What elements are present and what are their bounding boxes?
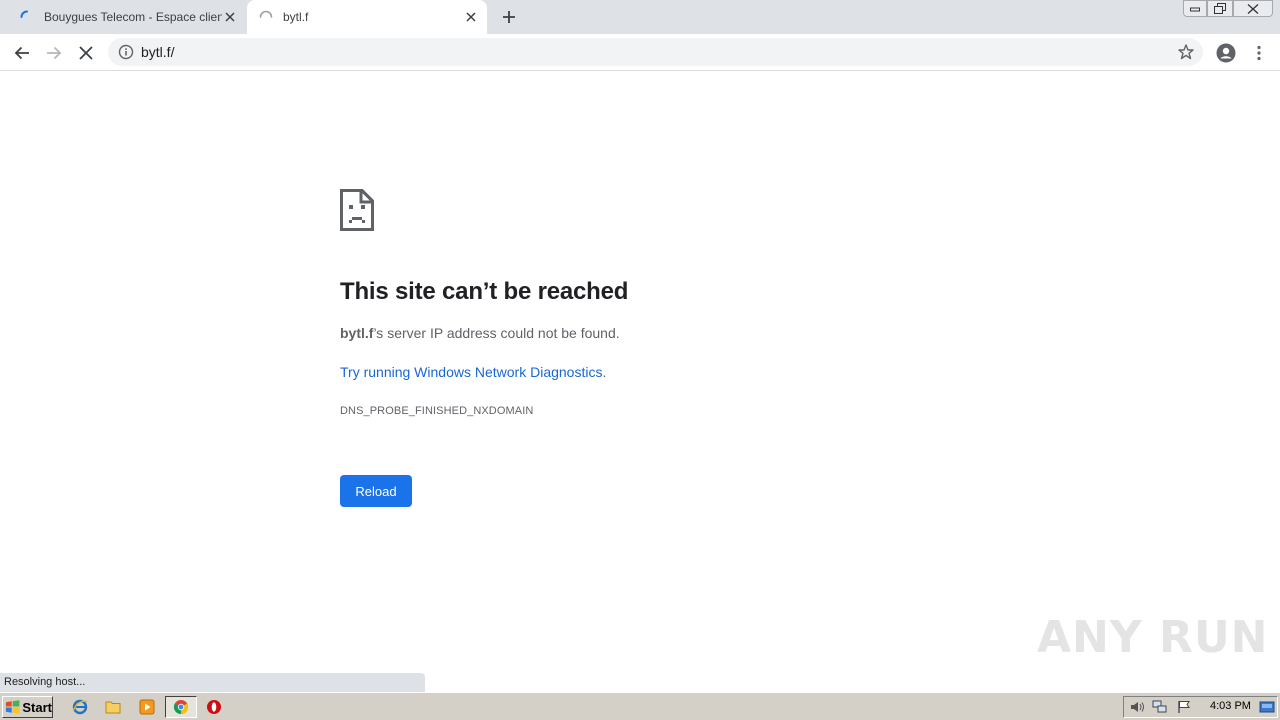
- forward-button[interactable]: [41, 40, 67, 66]
- volume-tray-button[interactable]: [1128, 699, 1146, 715]
- menu-button[interactable]: [1246, 40, 1272, 66]
- error-heading: This site can’t be reached: [340, 278, 629, 305]
- more-vert-icon: [1257, 45, 1261, 61]
- clock[interactable]: 4:03 PM: [1210, 700, 1251, 712]
- tab-title: bytl.f: [283, 10, 309, 24]
- url-text[interactable]: bytl.f/: [141, 44, 174, 60]
- minimize-button[interactable]: [1183, 0, 1207, 17]
- minimize-icon: [1190, 7, 1200, 11]
- new-tab-button[interactable]: [498, 6, 520, 28]
- arrow-right-icon: [47, 46, 62, 60]
- arrow-left-icon: [14, 46, 29, 60]
- account-icon: [1216, 43, 1236, 63]
- loading-spinner-icon: [259, 10, 273, 18]
- reload-button[interactable]: Reload: [340, 475, 412, 507]
- profile-button[interactable]: [1213, 40, 1239, 66]
- info-icon[interactable]: [118, 44, 134, 60]
- error-code: DNS_PROBE_FINISHED_NXDOMAIN: [340, 405, 534, 417]
- opera-button[interactable]: [204, 698, 224, 716]
- tab-close-icon[interactable]: [222, 9, 238, 25]
- tab-close-icon[interactable]: [463, 9, 479, 25]
- windows-flag-icon: [5, 700, 20, 714]
- stop-loading-button[interactable]: [73, 40, 99, 66]
- system-tray: 4:03 PM: [1123, 696, 1278, 718]
- chrome-icon: [173, 700, 189, 715]
- address-bar[interactable]: bytl.f/: [108, 38, 1203, 66]
- stop-icon: [79, 46, 93, 60]
- error-message-suffix: ’s server IP address could not be found.: [373, 325, 620, 341]
- restore-icon: [1214, 3, 1226, 14]
- show-desktop-button[interactable]: [1258, 699, 1276, 715]
- plus-icon: [503, 11, 515, 23]
- file-explorer-button[interactable]: [103, 698, 123, 716]
- diagnostics-link-suffix: .: [602, 364, 607, 380]
- close-icon: [1247, 3, 1259, 14]
- page-content: This site can’t be reached bytl.f’s serv…: [0, 72, 1280, 672]
- loading-spinner-icon: [20, 10, 28, 18]
- error-message: bytl.f’s server IP address could not be …: [340, 325, 620, 341]
- bookmark-star-icon[interactable]: [1177, 43, 1195, 61]
- desktop-icon: [1259, 701, 1275, 713]
- chrome-taskbar-button[interactable]: [165, 696, 197, 718]
- restore-button[interactable]: [1207, 0, 1233, 17]
- network-icon: [1152, 700, 1167, 713]
- internet-explorer-button[interactable]: [70, 698, 90, 716]
- browser-toolbar: bytl.f/: [0, 34, 1280, 71]
- media-player-icon: [139, 699, 155, 715]
- windows-taskbar: Start 4:03 PM: [0, 692, 1280, 720]
- tab-title: Bouygues Telecom - Espace client: [44, 10, 222, 24]
- back-button[interactable]: [9, 40, 35, 66]
- folder-icon: [105, 701, 121, 714]
- opera-icon: [207, 700, 221, 714]
- status-bubble: Resolving host...: [0, 673, 425, 692]
- watermark-logo: ANY RUN: [1037, 612, 1269, 663]
- diagnostics-line: Try running Windows Network Diagnostics.: [340, 364, 606, 380]
- start-button[interactable]: Start: [2, 696, 53, 718]
- tab-strip: Bouygues Telecom - Espace client bytl.f: [0, 0, 1280, 34]
- tab-bytl[interactable]: bytl.f: [247, 0, 487, 34]
- close-window-button[interactable]: [1233, 0, 1273, 17]
- error-host: bytl.f: [340, 325, 374, 341]
- sad-document-icon: [340, 189, 374, 231]
- internet-explorer-icon: [72, 699, 88, 715]
- media-player-button[interactable]: [137, 698, 157, 716]
- start-label: Start: [22, 699, 52, 715]
- action-center-tray-button[interactable]: [1175, 699, 1193, 715]
- volume-icon: [1131, 702, 1144, 712]
- diagnostics-link[interactable]: Try running Windows Network Diagnostics: [340, 364, 602, 380]
- flag-icon: [1178, 701, 1190, 713]
- tab-bouygues[interactable]: Bouygues Telecom - Espace client: [8, 0, 246, 34]
- network-tray-button[interactable]: [1151, 699, 1169, 715]
